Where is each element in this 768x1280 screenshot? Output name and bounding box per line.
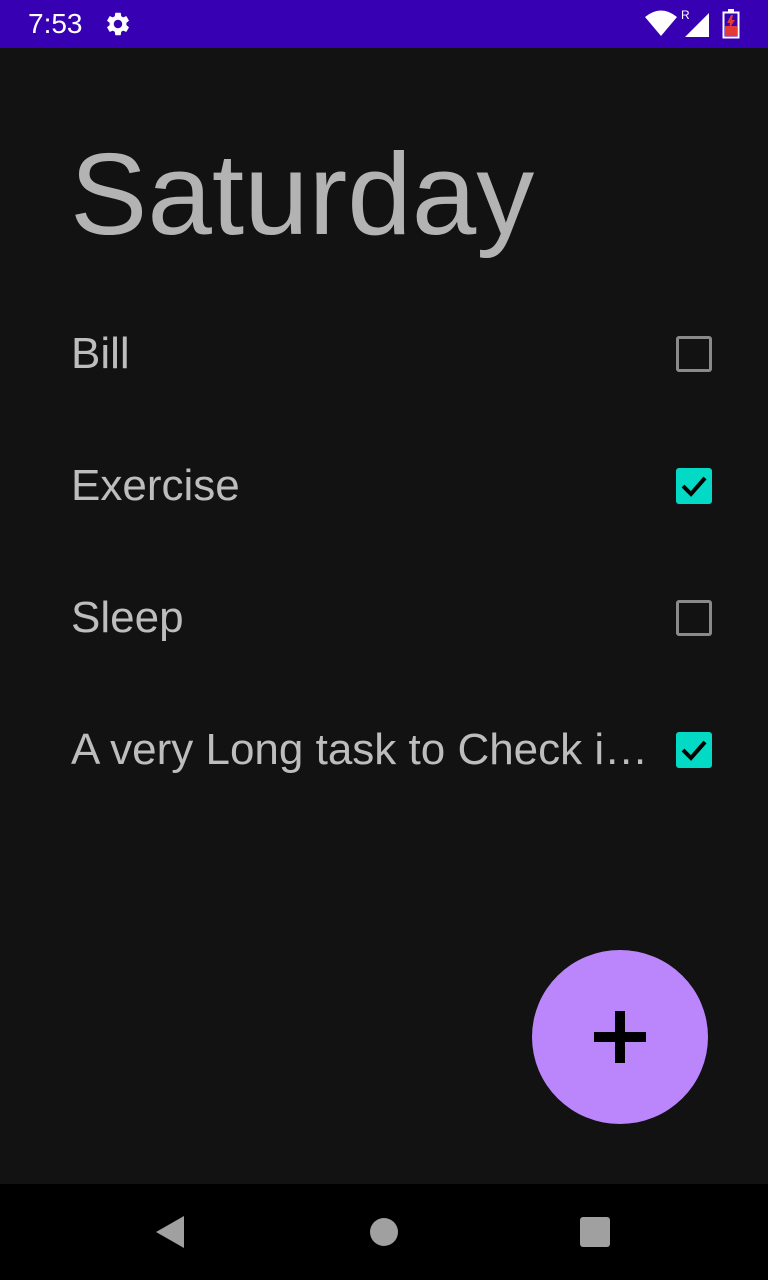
wifi-icon bbox=[644, 10, 678, 38]
add-task-button[interactable] bbox=[532, 950, 708, 1124]
task-checkbox[interactable] bbox=[676, 336, 712, 372]
task-checkbox[interactable] bbox=[676, 732, 712, 768]
gear-icon bbox=[104, 10, 132, 38]
task-label: Bill bbox=[71, 329, 130, 378]
task-label: Exercise bbox=[71, 461, 240, 510]
status-bar: 7:53 R bbox=[0, 0, 768, 48]
task-item[interactable]: Bill bbox=[0, 302, 768, 402]
task-checkbox[interactable] bbox=[676, 468, 712, 504]
navigation-bar bbox=[0, 1184, 768, 1280]
task-item[interactable]: A very Long task to Check in time for so… bbox=[0, 698, 768, 798]
main-content: Saturday Bill Exercise Sleep A very Long… bbox=[0, 48, 768, 1184]
battery-icon bbox=[722, 9, 740, 39]
home-icon[interactable] bbox=[370, 1218, 398, 1246]
status-time: 7:53 bbox=[28, 8, 83, 39]
signal-icon bbox=[684, 12, 710, 38]
task-checkbox[interactable] bbox=[676, 600, 712, 636]
task-label: A very Long task to Check in time for so… bbox=[71, 725, 655, 774]
recents-icon[interactable] bbox=[580, 1217, 610, 1247]
back-icon[interactable] bbox=[155, 1216, 185, 1248]
plus-icon bbox=[594, 1011, 646, 1063]
checkmark-icon bbox=[681, 476, 707, 497]
task-item[interactable]: Exercise bbox=[0, 434, 768, 534]
page-title: Saturday bbox=[70, 129, 535, 259]
task-item[interactable]: Sleep bbox=[0, 566, 768, 666]
checkmark-icon bbox=[681, 740, 707, 761]
task-label: Sleep bbox=[71, 593, 184, 642]
